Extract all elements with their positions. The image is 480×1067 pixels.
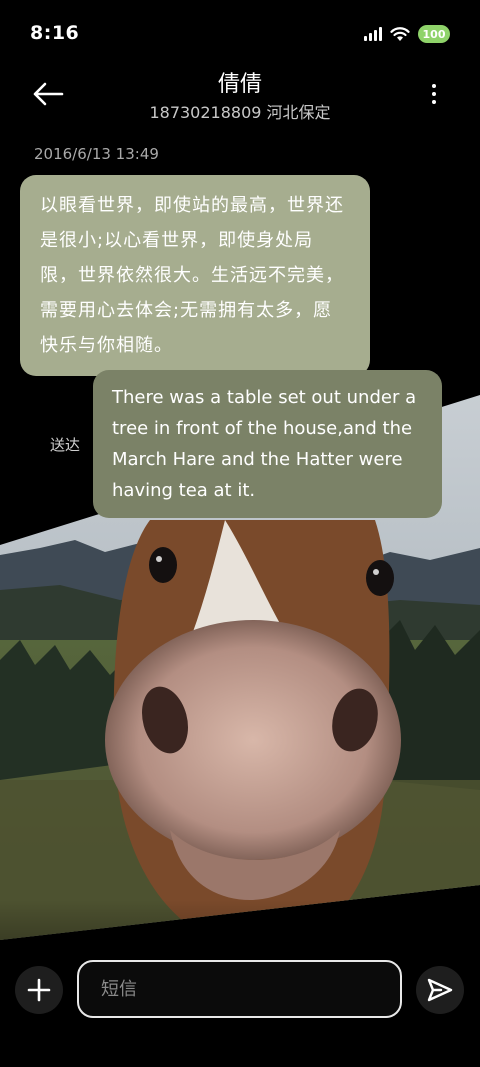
- status-icons: 100: [364, 23, 450, 45]
- signal-icon: [364, 27, 382, 41]
- wifi-icon: [390, 27, 410, 41]
- contact-detail: 18730218809 河北保定: [149, 103, 331, 122]
- more-options-button[interactable]: [422, 78, 446, 110]
- delivery-status: 送达: [50, 436, 81, 454]
- message-input[interactable]: [77, 960, 402, 1018]
- more-vertical-icon: [432, 84, 436, 88]
- send-icon: [427, 978, 453, 1002]
- incoming-message-bubble[interactable]: 以眼看世界，即使站的最高，世界还是很小;以心看世界，即使身处局限，世界依然很大。…: [20, 175, 370, 376]
- send-button[interactable]: [416, 966, 464, 1014]
- conversation-header: 倩倩 18730218809 河北保定: [0, 66, 480, 130]
- battery-icon: 100: [418, 25, 450, 43]
- outgoing-message-bubble[interactable]: There was a table set out under a tree i…: [93, 370, 442, 518]
- plus-icon: [27, 978, 51, 1002]
- status-time: 8:16: [30, 22, 80, 44]
- add-attachment-button[interactable]: [15, 966, 63, 1014]
- contact-name: 倩倩: [217, 72, 262, 97]
- message-composer: [0, 940, 480, 1067]
- sms-conversation-screen: 8:16 100 倩倩 18730218809 河北保定 2016/6/13 1…: [0, 0, 480, 1067]
- message-timestamp: 2016/6/13 13:49: [34, 145, 159, 163]
- status-bar: 8:16 100: [0, 0, 480, 66]
